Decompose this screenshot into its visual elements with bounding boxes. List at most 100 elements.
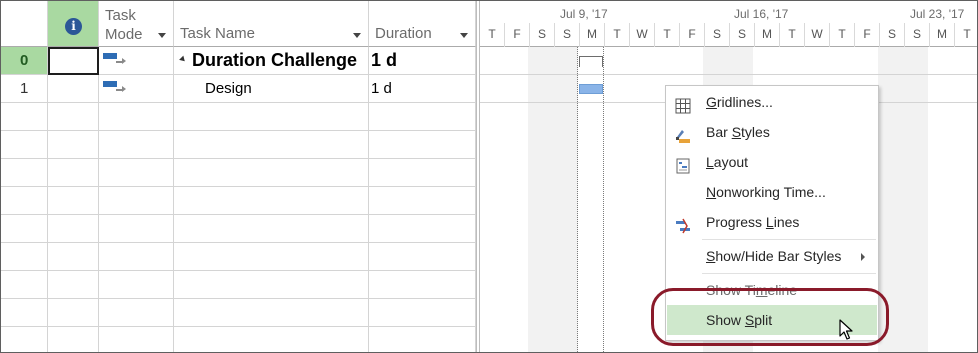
table-row[interactable] [1,215,476,243]
duration-cell[interactable] [369,215,476,243]
indicators-cell[interactable] [48,327,99,352]
dropdown-arrow-icon[interactable] [158,33,166,38]
duration-cell[interactable] [369,271,476,299]
day-label: T [605,23,630,47]
dropdown-arrow-icon[interactable] [460,33,468,38]
task-name-cell[interactable] [174,215,369,243]
table-row[interactable] [1,327,476,352]
table-row[interactable] [1,271,476,299]
table-row[interactable] [1,243,476,271]
day-label: T [655,23,680,47]
bar-styles-icon [675,124,691,143]
task-name-cell[interactable] [174,271,369,299]
row-id[interactable] [1,243,48,271]
day-label: T [780,23,805,47]
indicators-cell[interactable] [48,159,99,187]
row-id[interactable] [1,159,48,187]
menu-item-show-hide-bar-styles[interactable]: Show/Hide Bar Styles [667,241,877,271]
layout-icon [675,154,691,174]
indicators-cell[interactable] [48,215,99,243]
task-name-header[interactable]: Task Name [174,1,369,47]
menu-separator [702,273,876,274]
table-row[interactable] [1,159,476,187]
task-name-cell[interactable] [174,299,369,327]
duration-cell[interactable] [369,187,476,215]
row-id-header[interactable] [1,1,48,47]
gantt-row[interactable] [480,47,977,75]
task-name-cell[interactable] [174,131,369,159]
row-id[interactable] [1,131,48,159]
table-row[interactable] [1,131,476,159]
indicators-cell[interactable] [48,271,99,299]
day-label: T [480,23,505,47]
menu-item-gridlines[interactable]: Gridlines... [667,87,877,117]
row-id[interactable] [1,103,48,131]
task-bar[interactable] [579,84,603,94]
duration-cell[interactable] [369,103,476,131]
table-row[interactable] [1,187,476,215]
task-name-cell[interactable] [174,187,369,215]
gridlines-icon [675,94,691,114]
task-mode-cell[interactable] [99,215,174,243]
indicators-cell[interactable] [48,131,99,159]
indicators-cell[interactable] [48,299,99,327]
task-mode-cell[interactable] [99,299,174,327]
duration-cell[interactable] [369,299,476,327]
table-row[interactable]: 0 Duration Challenge 1 d [1,47,476,75]
indicators-cell[interactable] [48,47,99,75]
task-mode-cell[interactable] [99,75,174,103]
row-id[interactable] [1,299,48,327]
duration-header[interactable]: Duration [369,1,476,47]
task-mode-cell[interactable] [99,243,174,271]
task-mode-cell[interactable] [99,159,174,187]
task-mode-cell[interactable] [99,47,174,75]
collapse-triangle-icon[interactable] [179,55,187,64]
task-mode-cell[interactable] [99,327,174,352]
menu-item-layout[interactable]: Layout [667,147,877,177]
current-date-line [577,47,578,352]
duration-cell[interactable] [369,131,476,159]
task-name-header-label: Task Name [180,25,256,42]
menu-item-nonworking-time[interactable]: Nonworking Time... [667,177,877,207]
mouse-pointer-icon [839,319,853,340]
progress-lines-icon [675,214,691,234]
task-mode-cell[interactable] [99,103,174,131]
task-name-cell[interactable]: Duration Challenge [174,47,369,75]
summary-task-bar[interactable] [579,56,603,67]
menu-item-bar-styles[interactable]: Bar Styles [667,117,877,147]
task-name-cell[interactable] [174,103,369,131]
row-id[interactable] [1,271,48,299]
indicators-cell[interactable] [48,103,99,131]
task-name-cell[interactable] [174,159,369,187]
table-row[interactable]: 1 Design 1 d [1,75,476,103]
indicators-cell[interactable] [48,243,99,271]
indicators-cell[interactable] [48,75,99,103]
table-row[interactable] [1,299,476,327]
duration-cell[interactable] [369,159,476,187]
day-label: S [530,23,555,47]
table-row[interactable] [1,103,476,131]
menu-item-progress-lines[interactable]: Progress Lines [667,207,877,237]
task-mode-cell[interactable] [99,131,174,159]
task-mode-cell[interactable] [99,271,174,299]
row-id[interactable]: 1 [1,75,48,103]
row-id[interactable]: 0 [1,47,48,75]
timescale-bottom-tier[interactable]: T F S S M T W T F S S M T W T F S S M T [480,23,977,47]
indicators-cell[interactable] [48,187,99,215]
row-id[interactable] [1,215,48,243]
duration-cell[interactable] [369,327,476,352]
duration-cell[interactable]: 1 d [369,47,476,75]
duration-cell[interactable]: 1 d [369,75,476,103]
row-id[interactable] [1,327,48,352]
task-name-cell[interactable] [174,327,369,352]
indicators-header[interactable]: i [48,1,99,47]
row-id[interactable] [1,187,48,215]
dropdown-arrow-icon[interactable] [353,33,361,38]
menu-item-label: Bar Styles [706,124,770,140]
duration-cell[interactable] [369,243,476,271]
task-mode-header[interactable]: Task Mode [99,1,174,47]
timescale-top-tier[interactable]: Jul 9, '17 Jul 16, '17 Jul 23, '17 [480,1,977,23]
task-mode-cell[interactable] [99,187,174,215]
task-name-cell[interactable]: Design [174,75,369,103]
task-name-cell[interactable] [174,243,369,271]
